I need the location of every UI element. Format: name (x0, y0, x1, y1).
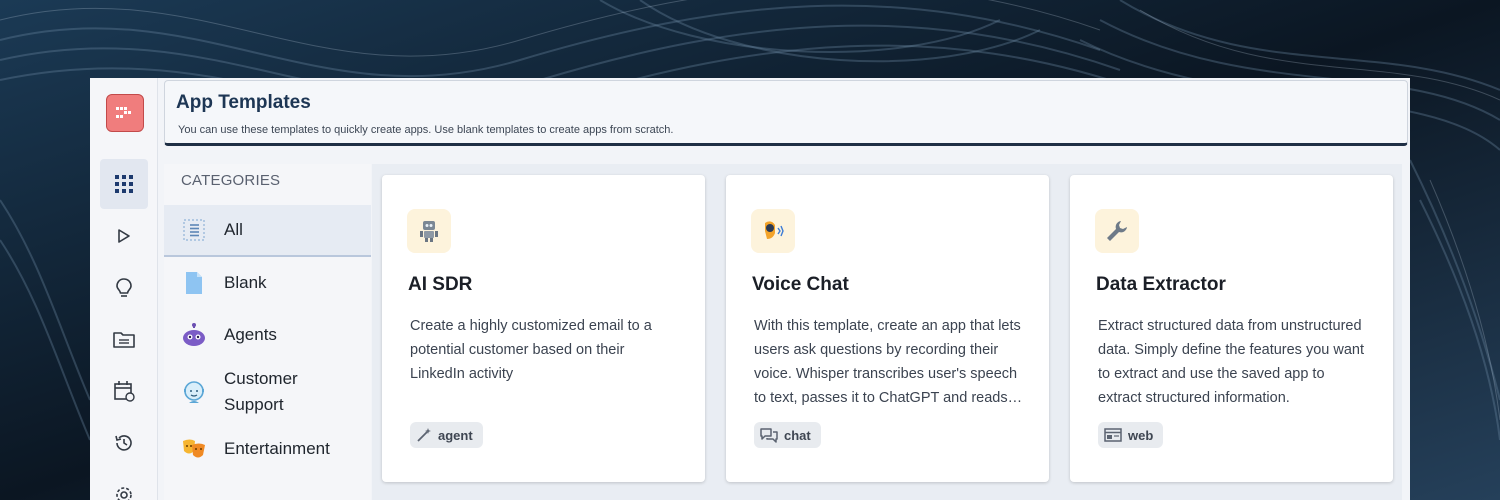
rail-playground-button[interactable] (100, 211, 148, 261)
category-label: Agents (224, 325, 277, 344)
categories-panel: CATEGORIES All Blank Agents Customer Sup… (164, 164, 371, 500)
rail-settings-button[interactable] (100, 470, 148, 500)
template-description: Extract structured data from unstructure… (1098, 318, 1364, 406)
category-label: All (224, 220, 243, 239)
category-agents[interactable]: Agents (164, 309, 371, 361)
nav-rail (90, 78, 158, 500)
browser-window-icon (1104, 428, 1122, 442)
category-label: Entertainment (224, 439, 330, 458)
speaking-person-icon (751, 209, 795, 253)
rail-apps-button[interactable] (100, 159, 148, 209)
category-customer-support[interactable]: Customer Support (164, 361, 371, 423)
template-title: AI SDR (408, 274, 473, 295)
category-label: Customer Support (224, 369, 298, 414)
app-window: App Templates You can use these template… (90, 78, 1410, 500)
template-title: Data Extractor (1096, 274, 1226, 295)
gear-icon (116, 487, 132, 500)
rail-files-button[interactable] (100, 314, 148, 364)
template-card-voice-chat[interactable]: Voice Chat With this template, create an… (726, 175, 1049, 482)
lightbulb-icon (116, 278, 132, 297)
page-title: App Templates (176, 92, 311, 113)
tag-label: agent (438, 427, 473, 443)
page-header: App Templates You can use these template… (164, 80, 1408, 146)
template-tag: agent (410, 422, 483, 448)
templates-grid: AI SDR Create a highly customized email … (372, 164, 1402, 500)
template-card-data-extractor[interactable]: Data Extractor Extract structured data f… (1070, 175, 1393, 482)
rail-history-button[interactable] (100, 418, 148, 468)
tag-label: chat (784, 427, 811, 443)
robot-icon (407, 209, 451, 253)
template-tag: web (1098, 422, 1164, 448)
app-logo[interactable] (106, 94, 144, 132)
chat-bubbles-icon (760, 428, 778, 443)
template-description: Create a highly customized email to a po… (410, 318, 652, 382)
template-tag: chat (754, 422, 821, 448)
template-description: With this template, create an app that l… (754, 318, 1021, 406)
category-blank[interactable]: Blank (164, 257, 371, 309)
play-icon (118, 229, 130, 243)
file-icon (181, 270, 207, 296)
logo-icon (116, 107, 131, 118)
wrench-icon (1095, 209, 1139, 253)
category-label: Blank (224, 273, 267, 292)
theater-masks-icon (181, 436, 207, 462)
category-entertainment[interactable]: Entertainment (164, 423, 371, 475)
categories-heading: CATEGORIES (181, 172, 281, 189)
history-icon (115, 435, 132, 451)
robot-icon (181, 322, 207, 348)
category-all[interactable]: All (164, 205, 371, 257)
calendar-icon (114, 381, 135, 402)
rail-ideas-button[interactable] (100, 263, 148, 313)
template-card-ai-sdr[interactable]: AI SDR Create a highly customized email … (382, 175, 705, 482)
tag-label: web (1128, 427, 1154, 443)
template-title: Voice Chat (752, 274, 849, 295)
page-subtitle: You can use these templates to quickly c… (178, 124, 674, 136)
grid-icon (115, 175, 133, 193)
rail-schedule-button[interactable] (100, 366, 148, 416)
list-icon (181, 217, 207, 243)
magic-wand-icon (417, 428, 431, 442)
support-icon (181, 379, 207, 405)
folder-icon (113, 332, 135, 348)
